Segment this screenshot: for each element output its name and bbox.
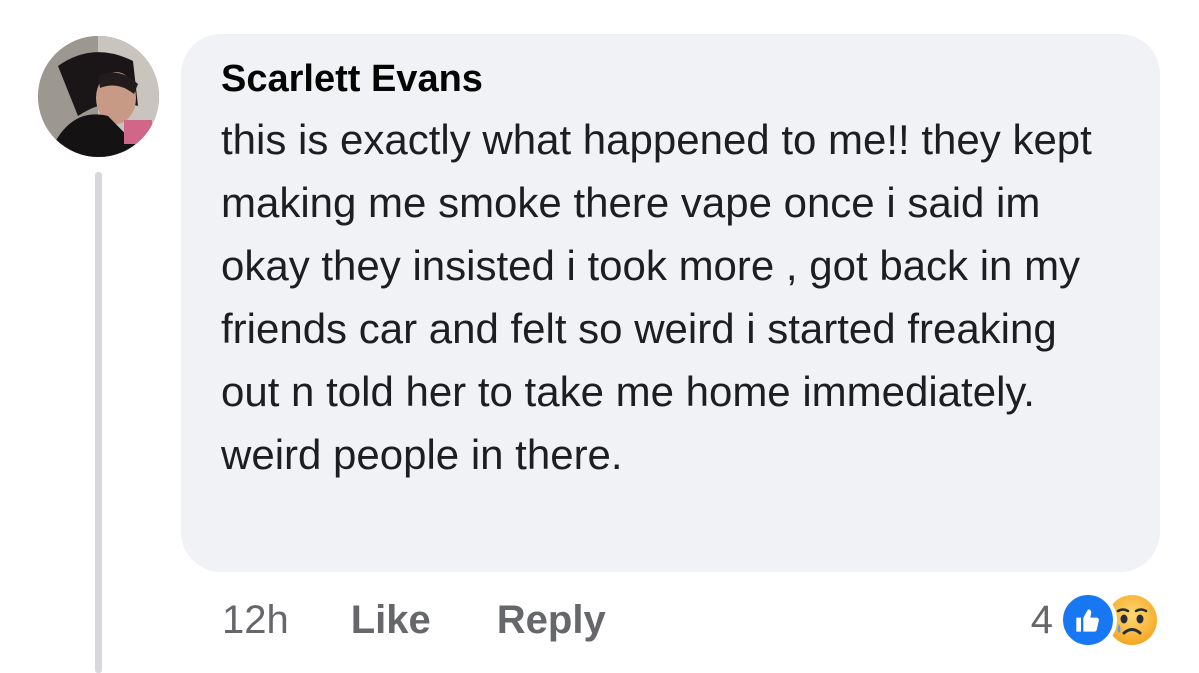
comment-author[interactable]: Scarlett Evans [221,56,1120,102]
comment-text: this is exactly what happened to me!! th… [221,116,1092,478]
avatar[interactable] [38,36,159,157]
avatar-image [38,36,159,157]
like-button[interactable]: Like [351,598,431,643]
reaction-summary[interactable]: 4 [1031,590,1161,650]
like-icon [1059,591,1117,649]
comment-bubble: Scarlett Evans this is exactly what happ… [181,34,1160,572]
reply-button[interactable]: Reply [497,598,606,643]
reaction-count: 4 [1030,597,1053,642]
thread-line [95,172,102,673]
comment-actions: 12h Like Reply [222,592,672,648]
comment-timestamp[interactable]: 12h [222,598,289,643]
